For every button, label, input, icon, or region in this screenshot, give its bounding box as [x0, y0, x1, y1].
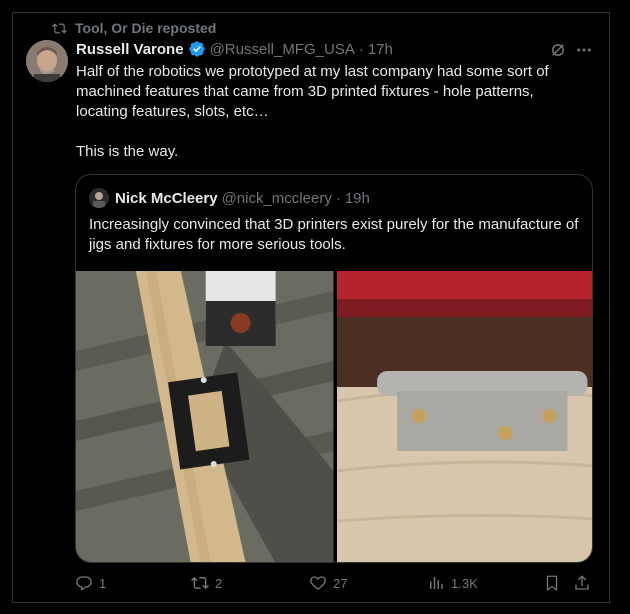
bookmark-button[interactable]	[543, 574, 561, 592]
reply-button[interactable]: 1	[75, 574, 106, 592]
media-image-hinge[interactable]	[336, 271, 592, 562]
repost-icon	[191, 576, 209, 590]
post-header: Russell Varone @Russell_MFG_USA · 17h	[76, 40, 393, 58]
reply-icon	[76, 576, 92, 592]
share-icon	[575, 575, 589, 590]
repost-indicator[interactable]: Tool, Or Die reposted	[52, 20, 216, 36]
verified-badge-icon[interactable]	[188, 40, 206, 58]
repost-icon	[52, 22, 67, 34]
views-button[interactable]: 1.3K	[427, 574, 478, 592]
views-count: 1.3K	[451, 575, 478, 591]
quote-author-handle[interactable]: @nick_mccleery	[222, 190, 332, 207]
quote-header: Nick McCleery @nick_mccleery · 19h	[89, 188, 370, 208]
reply-count: 1	[99, 575, 107, 591]
media-image-jig[interactable]	[76, 271, 334, 562]
quoted-post[interactable]: Nick McCleery @nick_mccleery · 19h Incre…	[75, 174, 593, 563]
heart-icon	[310, 576, 326, 590]
like-button[interactable]: 27	[309, 574, 347, 592]
grok-icon[interactable]	[549, 41, 567, 59]
author-name[interactable]: Russell Varone	[76, 41, 184, 58]
post-paragraph: This is the way.	[76, 143, 179, 160]
repost-button[interactable]: 2	[191, 574, 222, 592]
more-icon[interactable]	[575, 41, 593, 59]
bookmark-icon	[546, 575, 558, 592]
avatar-image	[26, 40, 68, 82]
like-count: 27	[333, 575, 348, 591]
share-button[interactable]	[573, 574, 591, 592]
repost-text: Tool, Or Die reposted	[75, 20, 217, 36]
post-paragraph: Half of the robotics we prototyped at my…	[76, 63, 553, 120]
repost-count: 2	[215, 575, 223, 591]
views-icon	[430, 577, 443, 589]
avatar[interactable]	[26, 40, 68, 82]
post-text: Half of the robotics we prototyped at my…	[76, 62, 586, 182]
quote-text: Increasingly convinced that 3D printers …	[89, 216, 579, 253]
separator-dot: ·	[358, 40, 364, 58]
action-bar: 1 2 27 1.3K	[75, 574, 595, 594]
quote-time[interactable]: 19h	[345, 190, 370, 207]
quote-author-name[interactable]: Nick McCleery	[115, 190, 218, 207]
post-time[interactable]: 17h	[368, 41, 393, 58]
author-handle[interactable]: @Russell_MFG_USA	[210, 41, 355, 58]
media-grid	[76, 271, 592, 562]
quote-avatar[interactable]	[89, 188, 109, 208]
divider	[12, 602, 610, 603]
separator-dot: ·	[335, 189, 341, 207]
